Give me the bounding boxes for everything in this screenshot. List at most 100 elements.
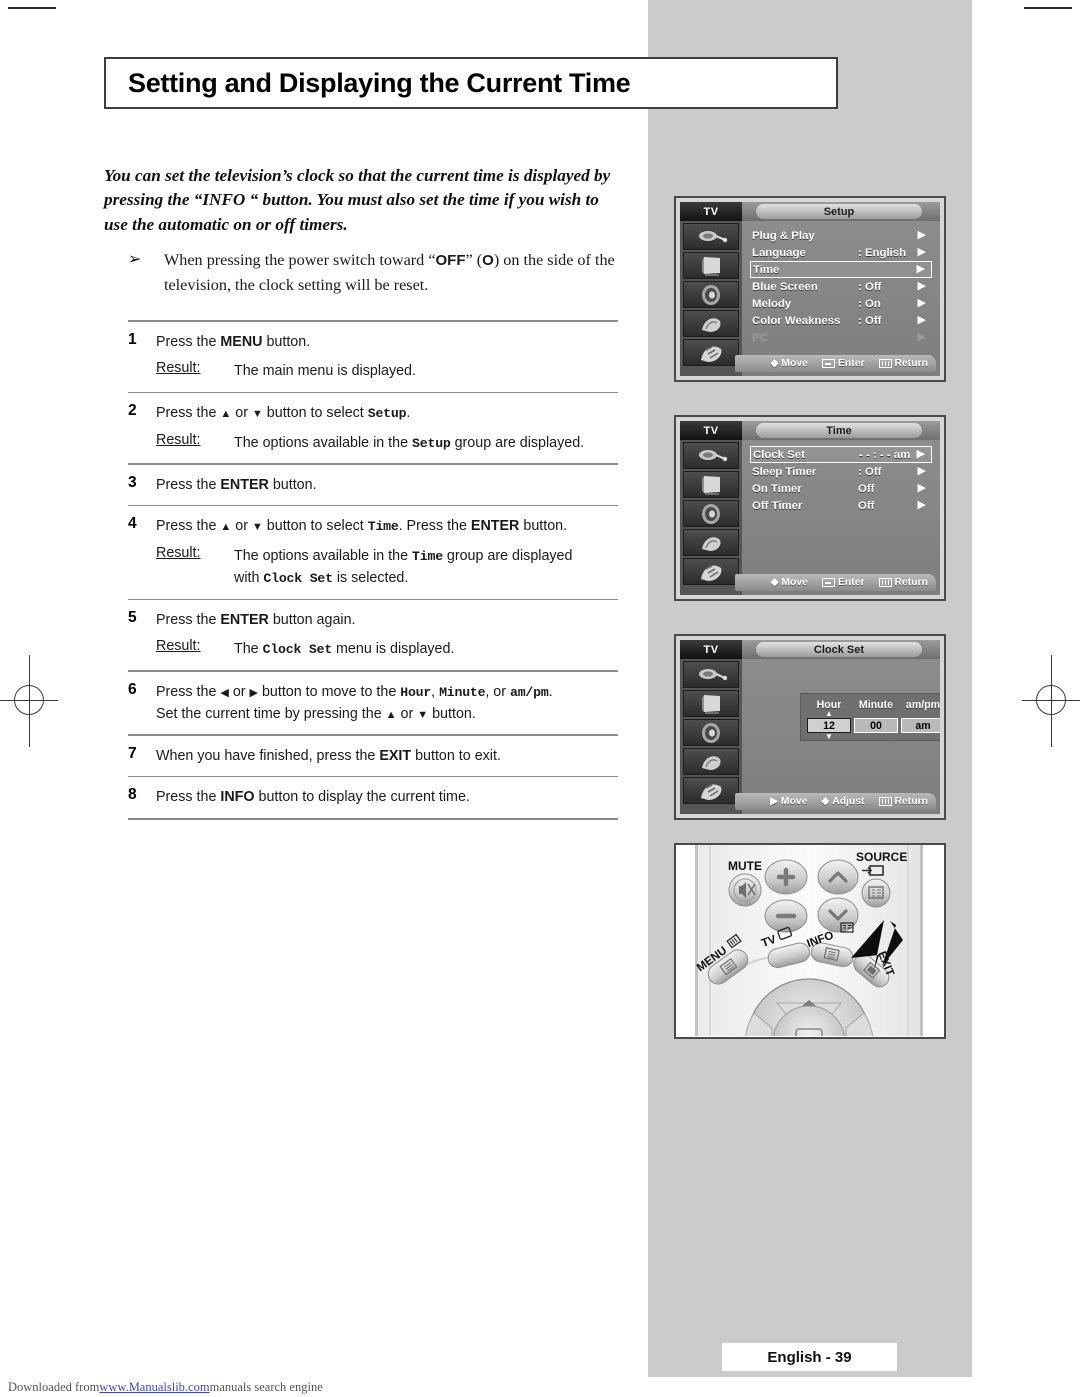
picture-icon[interactable] [683,310,739,337]
osd-tv-badge: TV [680,421,742,440]
osd-clockset-titlebar: TV Clock Set [680,640,940,659]
intro-paragraph: You can set the television’s clock so th… [104,166,611,234]
osd-row-off-timer[interactable]: Off Timer Off ▶ [750,497,932,514]
crop-mark-top-left [8,7,56,9]
source-label: SOURCE [856,850,907,864]
setup-icon[interactable] [683,339,739,366]
osd-row-on-timer[interactable]: On Timer Off ▶ [750,480,932,497]
enter-icon [821,578,835,587]
osd-row-label: Sleep Timer [752,465,817,478]
tv-set-icon[interactable] [683,252,739,279]
osd-row-color-weakness[interactable]: Color Weakness : Off ▶ [750,312,932,329]
osd-time-titlebar: TV Time [680,421,940,440]
chevron-right-icon: ▶ [917,482,926,494]
step-row: 4 Press the ▲ or ▼ button to select Time… [128,506,618,598]
osd-tv-badge: TV [680,640,742,659]
osd-row-value: Off [858,482,875,495]
step-instruction: Press the ENTER button. [156,476,317,493]
download-source-bar: Downloaded from www.Manualslib.com manua… [0,1377,1080,1397]
clock-minute-value: 00 [870,719,882,732]
step-instruction: Press the ▲ or ▼ button to select Time. … [156,518,568,535]
picture-icon[interactable] [683,748,739,775]
menu-bars-icon [878,578,892,587]
osd-row-value: - - : - - am [859,448,911,461]
clock-field-minute[interactable]: 00 [854,718,898,733]
note-arrow-icon: ➢ [128,251,142,268]
step-result: Result: The main menu is displayed. [156,360,618,382]
setup-icon[interactable] [683,558,739,585]
footer-return[interactable]: Return [878,577,928,588]
osd-row-label: Time [753,263,780,276]
steps-rule-bottom [128,817,618,820]
footer-return-label: Return [894,577,928,588]
channel-up-button [817,859,859,895]
osd-icon-sidebar [680,440,742,595]
crop-mark-top-right [1024,7,1072,9]
speaker-icon[interactable] [683,500,739,527]
osd-row-label: Color Weakness [752,314,841,327]
osd-row-blue-screen[interactable]: Blue Screen : Off ▶ [750,278,932,295]
osd-row-clock-set[interactable]: Clock Set - - : - - am ▶ [750,446,932,463]
note-bold-o: O [482,252,494,269]
footer-move[interactable]: ◆ Move [771,358,808,369]
footer-adjust[interactable]: ◆ Adjust [821,796,864,807]
clock-field-hour[interactable]: ▲ 12 ▼ [807,710,851,741]
result-label: Result: [156,431,201,448]
footer-move-label: Move [781,358,808,369]
osd-setup-title: Setup [823,205,855,218]
osd-time-footer: ◆ Move Enter Return [735,574,936,591]
source-button [861,878,891,908]
chevron-right-icon: ▶ [917,246,926,258]
step-number: 6 [128,680,137,698]
osd-row-language[interactable]: Language : English ▶ [750,244,932,261]
step-instruction: Press the INFO button to display the cur… [156,789,470,806]
osd-row-melody[interactable]: Melody : On ▶ [750,295,932,312]
footer-enter[interactable]: Enter [821,577,865,588]
result-text: The options available in the Setup group… [234,434,585,451]
clock-set-fields: ▲ 12 ▼ 00 am [807,710,940,741]
osd-setup-title-tab: Setup [756,204,922,219]
osd-setup-list: Plug & Play ▶ Language : English ▶ Time … [742,221,940,376]
footer-return[interactable]: Return [878,796,928,807]
result-label: Result: [156,360,201,377]
result-text: The options available in the Time group … [234,547,573,587]
footer-move[interactable]: ▶ Move [770,796,807,807]
footer-move-label: Move [780,796,808,807]
antenna-icon[interactable] [683,223,739,250]
step-result: Result: The options available in the Tim… [156,545,618,590]
step-instruction: Press the ◀ or ▶ button to move to the H… [156,683,553,722]
footer-adjust-label: Adjust [832,796,865,807]
footer-return[interactable]: Return [878,358,928,369]
tv-set-icon[interactable] [683,690,739,717]
step-instruction: When you have finished, press the EXIT b… [156,747,501,764]
osd-clockset-title: Clock Set [813,643,865,656]
osd-row-value: : Off [858,314,882,327]
osd-icon-sidebar [680,221,742,376]
osd-time-menu: TV Time Clock Set - -: - - am ▶ Sleep T… [674,415,946,601]
clock-field-ampm[interactable]: am [901,718,940,733]
step-instruction: Press the MENU button. [156,334,311,351]
manualslib-link[interactable]: www.Manualslib.com [99,1380,209,1395]
osd-row-time[interactable]: Time ▶ [750,261,932,278]
setup-icon[interactable] [683,777,739,804]
remote-control-illustration: MUTE SOURCE MENU TV INFO EXIT [674,843,946,1039]
chevron-right-icon: ▶ [917,229,926,241]
speaker-icon[interactable] [683,719,739,746]
footer-enter[interactable]: Enter [821,358,865,369]
osd-clockset-footer: ▶ Move ◆ Adjust Return [735,793,936,810]
antenna-icon[interactable] [683,661,739,688]
osd-row-pc[interactable]: PC ▶ [750,329,932,346]
menu-bars-icon [878,797,892,806]
tv-set-icon[interactable] [683,471,739,498]
osd-row-sleep-timer[interactable]: Sleep Timer : Off ▶ [750,463,932,480]
step-row: 7 When you have finished, press the EXIT… [128,736,618,776]
speaker-icon[interactable] [683,281,739,308]
osd-row-plug-play[interactable]: Plug & Play ▶ [750,227,932,244]
footer-move[interactable]: ◆ Move [771,577,808,588]
antenna-icon[interactable] [683,442,739,469]
picture-icon[interactable] [683,529,739,556]
chevron-right-icon: ▶ [917,331,926,343]
note-bold-off: OFF [435,252,466,269]
download-suffix: manuals search engine [209,1379,323,1394]
osd-row-value: : Off [858,465,882,478]
